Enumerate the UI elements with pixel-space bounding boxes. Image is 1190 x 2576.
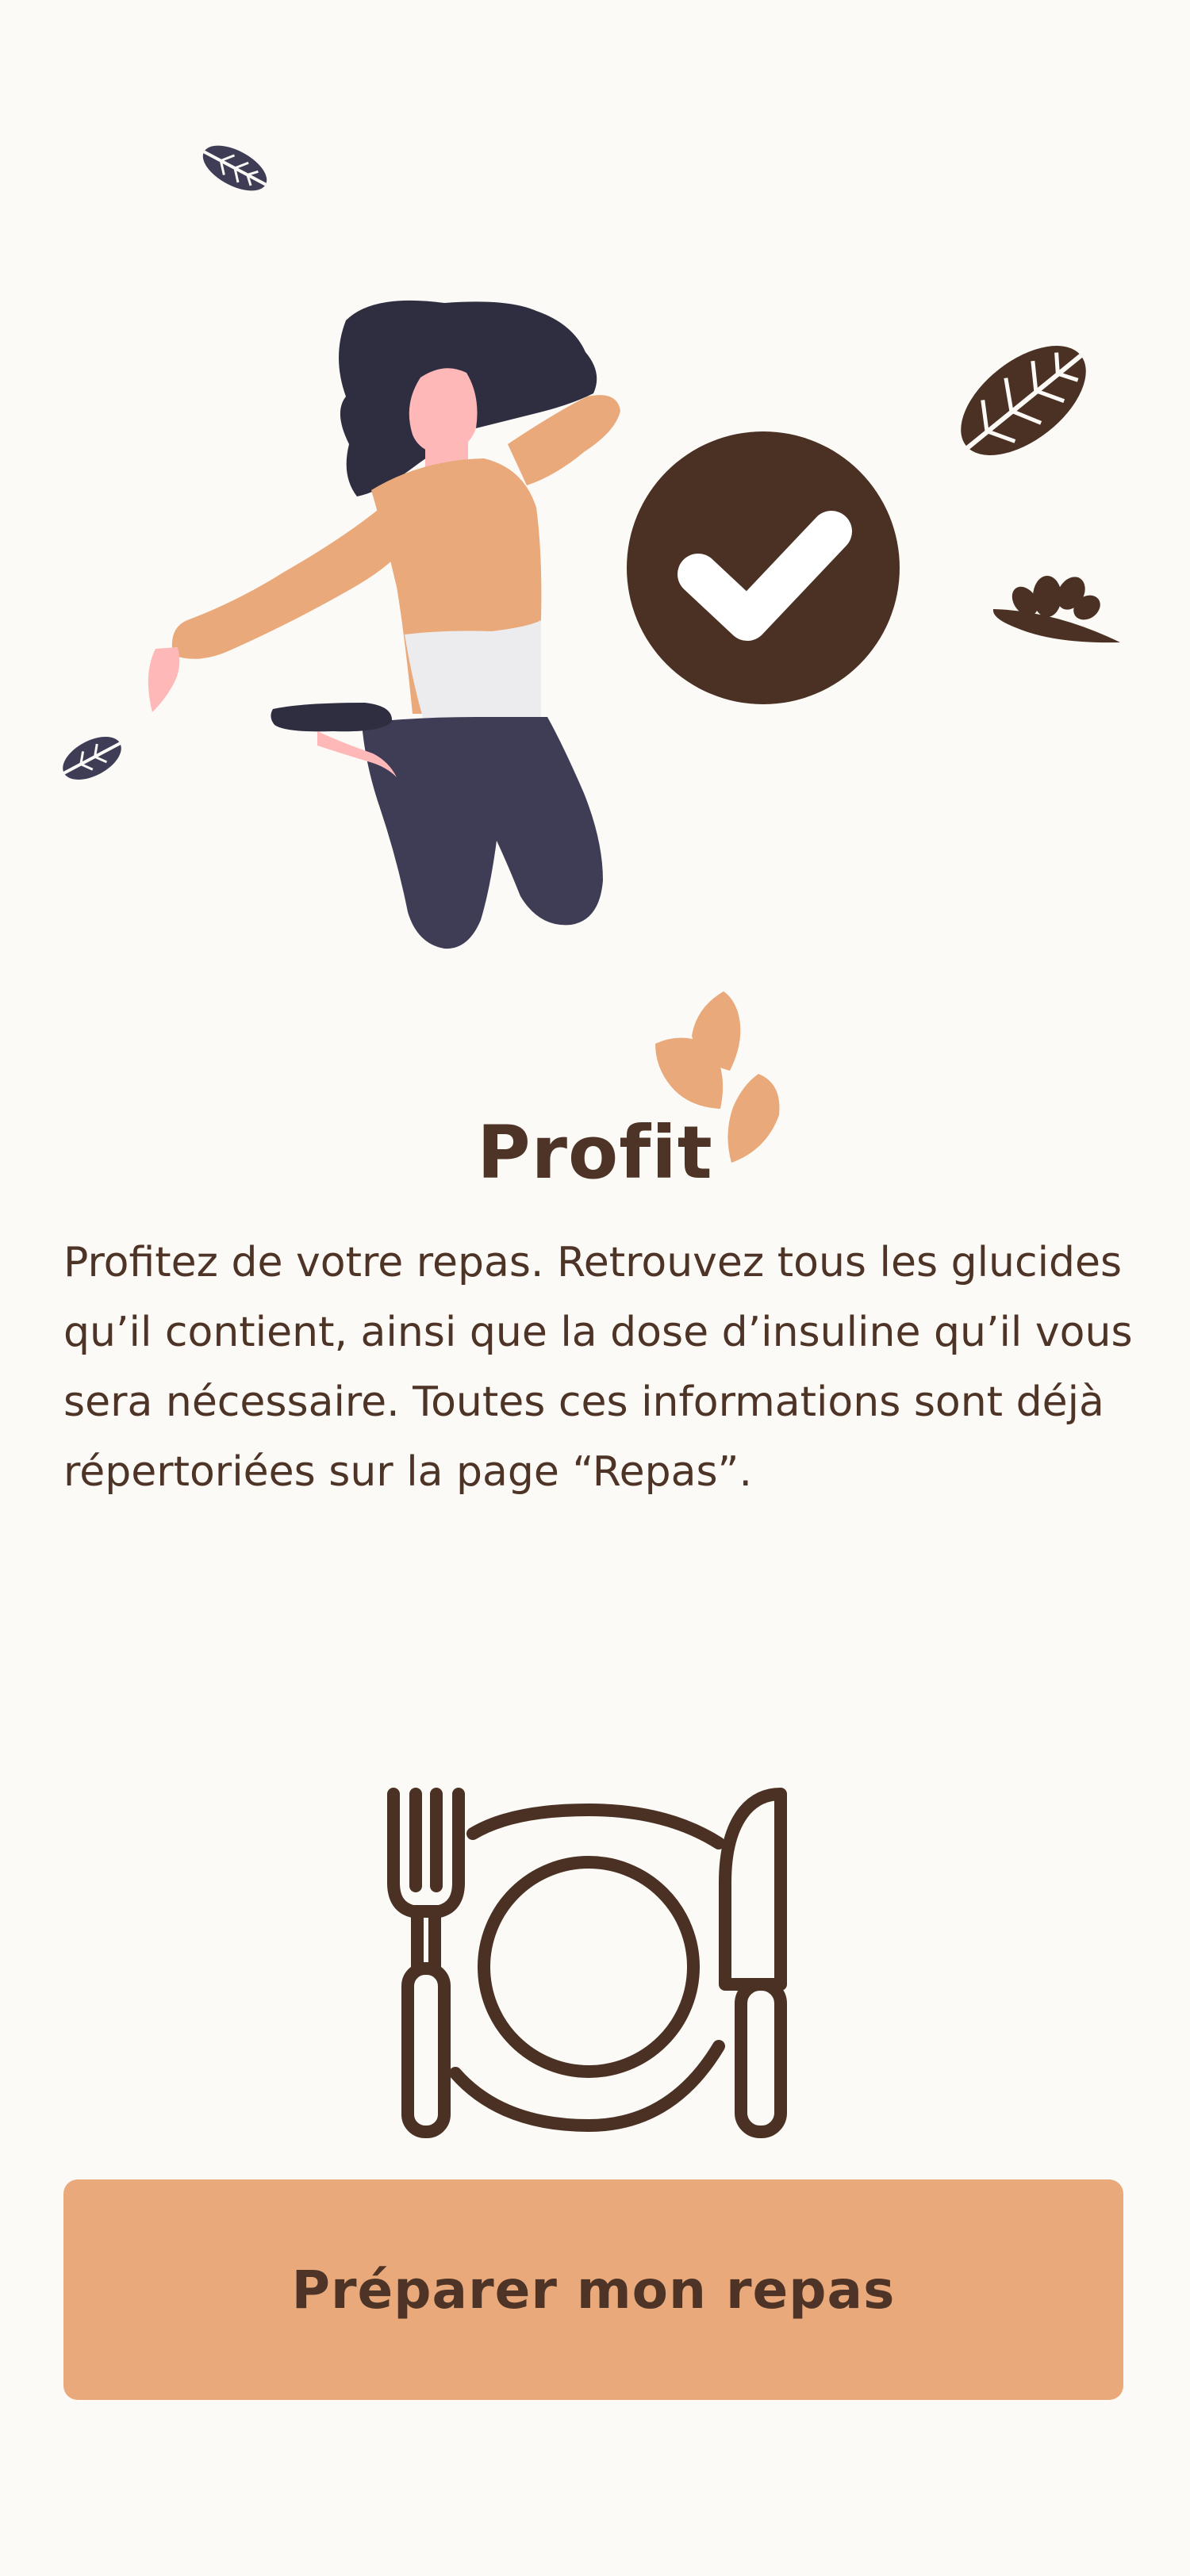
leaf-icon [63,736,121,780]
plate-fork-knife-icon [387,1788,787,2138]
woman-jumping-illustration [148,300,620,949]
plant-icon [992,576,1120,643]
leaf-icon [954,346,1086,459]
leaf-icon [202,145,267,191]
check-circle-icon [627,431,900,704]
prepare-meal-button[interactable]: Préparer mon repas [63,2179,1123,2400]
page-title: Profit [477,1110,713,1195]
onboarding-screen: Profit Profitez de votre repas. Retrouve… [0,0,1190,2576]
hero-illustration [63,145,1120,1163]
onboarding-description: Profitez de votre repas. Retrouvez tous … [63,1239,1133,1496]
